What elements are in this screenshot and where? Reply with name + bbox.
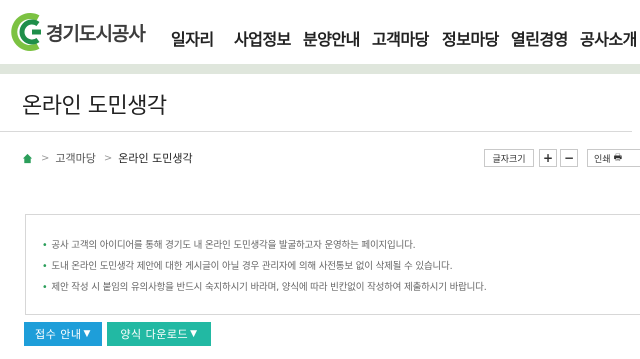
font-decrease-button[interactable]: − [560, 149, 578, 167]
page-title: 온라인 도민생각 [22, 94, 167, 119]
home-icon[interactable] [22, 153, 33, 164]
nav-item-jobs[interactable]: 일자리 [171, 26, 214, 50]
chevron-right-icon: > [41, 152, 50, 164]
notice-item: • 공사 고객의 아이디어를 통해 경기도 내 온라인 도민생각을 발굴하고자 운… [42, 240, 416, 251]
font-increase-button[interactable]: + [539, 149, 557, 167]
form-download-label: 양식 다운로드 [120, 328, 189, 341]
nav-item-customer[interactable]: 고객마당 [372, 26, 429, 50]
guide-button-label: 접수 안내 [35, 328, 82, 341]
breadcrumb: > 고객마당 > 온라인 도민생각 [22, 150, 193, 166]
site-logo[interactable]: 경기도시공사 [8, 6, 146, 58]
bullet-icon: • [42, 282, 48, 293]
logo-icon [11, 13, 41, 51]
caret-down-icon: ▼ [83, 329, 91, 339]
bullet-icon: • [42, 240, 48, 251]
form-download-button[interactable]: 양식 다운로드 ▼ [107, 322, 211, 346]
notice-item: • 도내 온라인 도민생각 제안에 대한 게시글이 아닐 경우 관리자에 의해 사… [42, 261, 453, 272]
caret-down-icon: ▼ [190, 329, 198, 339]
nav-underline-bar [0, 64, 640, 74]
nav-item-management[interactable]: 열린경영 [511, 26, 568, 50]
nav-item-business[interactable]: 사업정보 [234, 26, 291, 50]
font-size-label: 글자크기 [484, 149, 534, 167]
notice-item: • 제안 작성 시 붙임의 유의사항을 반드시 숙지하시기 바라며, 양식에 따라… [42, 282, 487, 293]
nav-item-about[interactable]: 공사소개 [580, 26, 637, 50]
print-button[interactable]: 인쇄 🖶 [587, 149, 640, 167]
bullet-icon: • [42, 261, 48, 272]
logo-text: 경기도시공사 [46, 22, 146, 45]
nav-item-sales[interactable]: 분양안내 [303, 26, 360, 50]
site-header: 경기도시공사 일자리 사업정보 분양안내 고객마당 정보마당 열린경영 공사소개 [0, 0, 640, 66]
printer-icon: 🖶 [613, 153, 623, 163]
nav-item-info[interactable]: 정보마당 [442, 26, 499, 50]
chevron-right-icon: > [103, 152, 113, 164]
notice-box: • 공사 고객의 아이디어를 통해 경기도 내 온라인 도민생각을 발굴하고자 운… [25, 214, 640, 315]
breadcrumb-item-customer[interactable]: 고객마당 [55, 150, 95, 166]
breadcrumb-item-current: 온라인 도민생각 [118, 152, 193, 165]
print-label: 인쇄 [594, 154, 611, 165]
guide-button[interactable]: 접수 안내 ▼ [24, 322, 102, 346]
title-divider [0, 131, 632, 132]
